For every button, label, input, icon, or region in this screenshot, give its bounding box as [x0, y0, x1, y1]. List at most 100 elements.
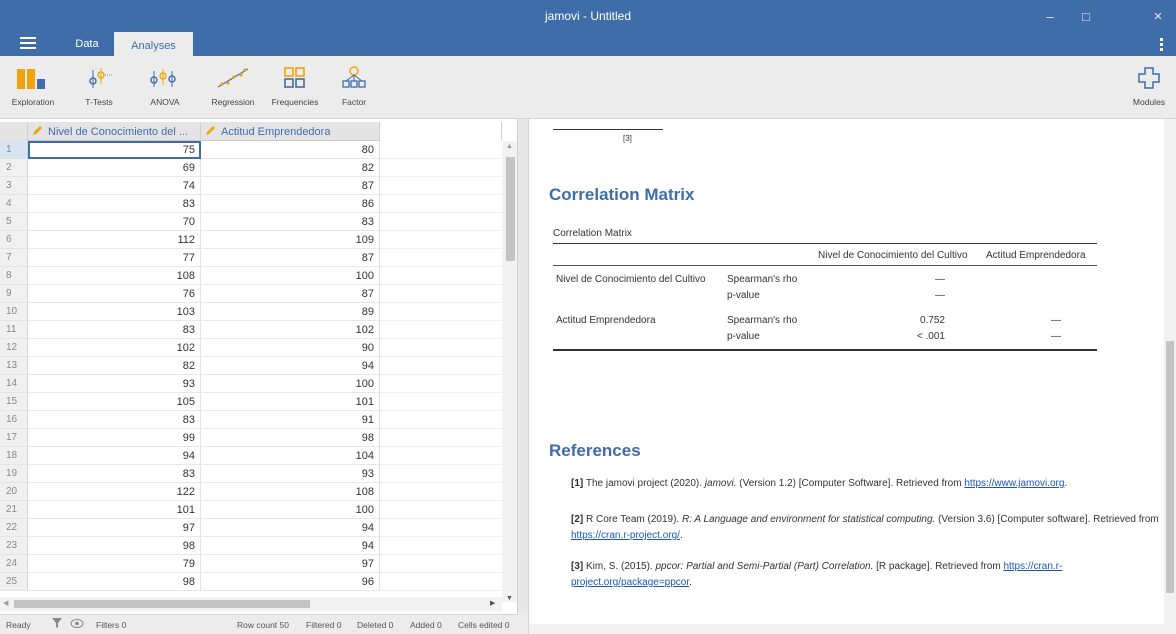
empty-cell[interactable] [380, 447, 502, 465]
tab-data[interactable]: Data [62, 32, 112, 56]
row-number[interactable]: 19 [0, 465, 28, 483]
regression-button[interactable]: Regression [206, 56, 260, 118]
row-number[interactable]: 7 [0, 249, 28, 267]
reference-link[interactable]: https://www.jamovi.org [964, 478, 1064, 489]
data-cell[interactable]: 87 [201, 177, 380, 195]
data-cell[interactable]: 97 [28, 519, 201, 537]
data-cell[interactable]: 83 [28, 411, 201, 429]
modules-button[interactable]: Modules [1126, 56, 1172, 118]
scroll-right-icon[interactable]: ▶ [490, 599, 495, 607]
row-number[interactable]: 12 [0, 339, 28, 357]
data-cell[interactable]: 94 [201, 537, 380, 555]
anova-button[interactable]: ANOVA [144, 56, 186, 118]
data-cell[interactable]: 77 [28, 249, 201, 267]
data-cell[interactable]: 94 [28, 447, 201, 465]
row-number[interactable]: 14 [0, 375, 28, 393]
empty-cell[interactable] [380, 195, 502, 213]
row-number[interactable]: 15 [0, 393, 28, 411]
menu-icon[interactable] [20, 37, 36, 51]
data-cell[interactable]: 101 [201, 393, 380, 411]
column-header-actitud[interactable]: Actitud Emprendedora [201, 122, 380, 141]
minimize-icon[interactable]: – [1032, 0, 1068, 32]
data-cell[interactable]: 99 [28, 429, 201, 447]
empty-cell[interactable] [380, 141, 502, 159]
ttests-button[interactable]: T-Tests [76, 56, 122, 118]
data-cell[interactable]: 96 [201, 573, 380, 591]
data-cell[interactable]: 90 [201, 339, 380, 357]
data-cell[interactable]: 122 [28, 483, 201, 501]
row-number[interactable]: 20 [0, 483, 28, 501]
scrollbar-thumb[interactable] [506, 157, 515, 261]
scroll-down-icon[interactable]: ▼ [506, 595, 513, 602]
results-vertical-scrollbar[interactable] [1164, 119, 1176, 624]
empty-cell[interactable] [380, 303, 502, 321]
horizontal-scrollbar[interactable]: ◀ ▶ [0, 597, 502, 611]
row-number[interactable]: 21 [0, 501, 28, 519]
data-cell[interactable]: 70 [28, 213, 201, 231]
data-cell[interactable]: 83 [28, 465, 201, 483]
row-number[interactable]: 1 [0, 141, 28, 159]
data-cell[interactable]: 100 [201, 267, 380, 285]
results-panel[interactable]: [3] Correlation Matrix Correlation Matri… [528, 119, 1176, 634]
data-cell[interactable]: 93 [201, 465, 380, 483]
data-cell[interactable]: 97 [201, 555, 380, 573]
empty-cell[interactable] [380, 393, 502, 411]
data-cell[interactable]: 82 [201, 159, 380, 177]
data-cell[interactable]: 74 [28, 177, 201, 195]
empty-cell[interactable] [380, 573, 502, 591]
data-cell[interactable]: 98 [28, 537, 201, 555]
reference-link[interactable]: https://cran.r-project.org/ [571, 530, 680, 541]
data-cell[interactable]: 83 [28, 195, 201, 213]
maximize-icon[interactable]: □ [1068, 0, 1104, 32]
row-number[interactable]: 25 [0, 573, 28, 591]
factor-button[interactable]: Factor [334, 56, 374, 118]
empty-cell[interactable] [380, 339, 502, 357]
scroll-up-icon[interactable]: ▲ [506, 143, 513, 150]
empty-cell[interactable] [380, 411, 502, 429]
close-icon[interactable]: × [1140, 0, 1176, 32]
row-number[interactable]: 3 [0, 177, 28, 195]
data-cell[interactable]: 105 [28, 393, 201, 411]
data-cell[interactable]: 80 [201, 141, 380, 159]
data-cell[interactable]: 98 [201, 429, 380, 447]
empty-column-header[interactable] [380, 122, 502, 141]
data-cell[interactable]: 93 [28, 375, 201, 393]
data-cell[interactable]: 75 [28, 141, 201, 159]
empty-cell[interactable] [380, 231, 502, 249]
row-number[interactable]: 18 [0, 447, 28, 465]
data-cell[interactable]: 83 [201, 213, 380, 231]
frequencies-button[interactable]: Frequencies [268, 56, 322, 118]
data-cell[interactable]: 87 [201, 249, 380, 267]
empty-cell[interactable] [380, 249, 502, 267]
row-number[interactable]: 16 [0, 411, 28, 429]
filter-icon[interactable] [52, 618, 62, 631]
data-cell[interactable]: 112 [28, 231, 201, 249]
data-cell[interactable]: 87 [201, 285, 380, 303]
data-spreadsheet[interactable]: Nivel de Conocimiento del ... Actitud Em… [0, 119, 518, 614]
row-number[interactable]: 4 [0, 195, 28, 213]
data-cell[interactable]: 108 [201, 483, 380, 501]
row-number[interactable]: 24 [0, 555, 28, 573]
data-cell[interactable]: 69 [28, 159, 201, 177]
data-cell[interactable]: 76 [28, 285, 201, 303]
empty-cell[interactable] [380, 519, 502, 537]
empty-cell[interactable] [380, 213, 502, 231]
empty-cell[interactable] [380, 501, 502, 519]
data-cell[interactable]: 94 [201, 519, 380, 537]
exploration-button[interactable]: Exploration [4, 56, 62, 118]
empty-cell[interactable] [380, 537, 502, 555]
data-cell[interactable]: 100 [201, 375, 380, 393]
data-cell[interactable]: 104 [201, 447, 380, 465]
row-number[interactable]: 9 [0, 285, 28, 303]
empty-cell[interactable] [380, 483, 502, 501]
row-number[interactable]: 11 [0, 321, 28, 339]
scrollbar-thumb[interactable] [14, 600, 310, 608]
empty-cell[interactable] [380, 375, 502, 393]
data-cell[interactable]: 86 [201, 195, 380, 213]
empty-cell[interactable] [380, 267, 502, 285]
scrollbar-thumb[interactable] [1166, 341, 1174, 593]
splitter[interactable] [518, 119, 528, 614]
corner-cell[interactable] [0, 122, 28, 141]
empty-cell[interactable] [380, 465, 502, 483]
empty-cell[interactable] [380, 159, 502, 177]
